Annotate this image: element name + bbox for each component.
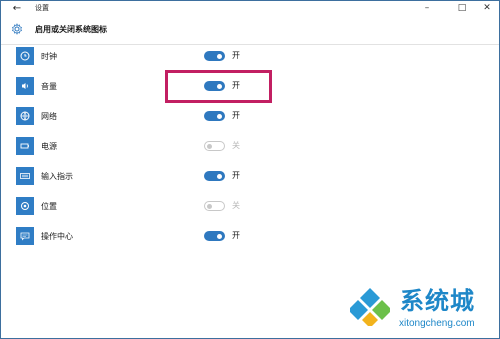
setting-row-location: 位置 关 — [1, 197, 491, 217]
page-title: 启用或关闭系统图标 — [35, 25, 107, 34]
clock-toggle[interactable] — [204, 51, 225, 61]
toggle-knob — [207, 144, 212, 149]
page-header: 启用或关闭系统图标 — [1, 16, 499, 45]
network-toggle[interactable] — [204, 111, 225, 121]
title-bar: ← 设置 – □ ✕ — [1, 1, 499, 16]
setting-label: 时钟 — [41, 52, 57, 61]
setting-row-network: 网络 开 — [1, 107, 491, 127]
setting-row-input-indicator: 输入指示 开 — [1, 167, 491, 187]
toggle-knob — [217, 114, 222, 119]
setting-row-action-center: 操作中心 开 — [1, 227, 491, 247]
toggle-state-text: 开 — [232, 51, 240, 60]
toggle-knob — [217, 234, 222, 239]
setting-label: 网络 — [41, 112, 57, 121]
battery-icon — [16, 137, 34, 155]
highlight-box — [165, 70, 272, 103]
setting-row-power: 电源 关 — [1, 137, 491, 157]
keyboard-icon — [16, 167, 34, 185]
toggle-state-text: 开 — [232, 171, 240, 180]
action-center-toggle[interactable] — [204, 231, 225, 241]
toggle-knob — [217, 54, 222, 59]
network-icon — [16, 107, 34, 125]
toggle-knob — [207, 204, 212, 209]
speaker-icon — [16, 77, 34, 95]
window-title: 设置 — [35, 4, 49, 12]
power-toggle[interactable] — [204, 141, 225, 151]
toggle-state-text: 关 — [232, 141, 240, 150]
input-indicator-toggle[interactable] — [204, 171, 225, 181]
clock-icon — [16, 47, 34, 65]
settings-window: ← 设置 – □ ✕ 启用或关闭系统图标 时钟 开 音量 开 网络 开 电源 关… — [0, 0, 500, 339]
toggle-state-text: 开 — [232, 111, 240, 120]
location-icon — [16, 197, 34, 215]
setting-label: 操作中心 — [41, 232, 73, 241]
brand-logo — [350, 288, 390, 326]
maximize-icon[interactable]: □ — [456, 3, 468, 14]
location-toggle[interactable] — [204, 201, 225, 211]
watermark-brand: 系统城 — [400, 287, 475, 315]
action-center-icon — [16, 227, 34, 245]
setting-label: 电源 — [41, 142, 57, 151]
toggle-knob — [217, 174, 222, 179]
toggle-state-text: 关 — [232, 201, 240, 210]
back-arrow-icon[interactable]: ← — [11, 3, 23, 14]
minimize-icon[interactable]: – — [421, 3, 433, 14]
setting-row-clock: 时钟 开 — [1, 47, 491, 67]
watermark-url: xitongcheng.com — [399, 318, 475, 329]
gear-icon — [11, 23, 23, 35]
setting-label: 位置 — [41, 202, 57, 211]
setting-label: 音量 — [41, 82, 57, 91]
watermark: 系统城 xitongcheng.com — [336, 281, 499, 338]
close-icon[interactable]: ✕ — [481, 3, 493, 14]
toggle-state-text: 开 — [232, 231, 240, 240]
setting-label: 输入指示 — [41, 172, 73, 181]
